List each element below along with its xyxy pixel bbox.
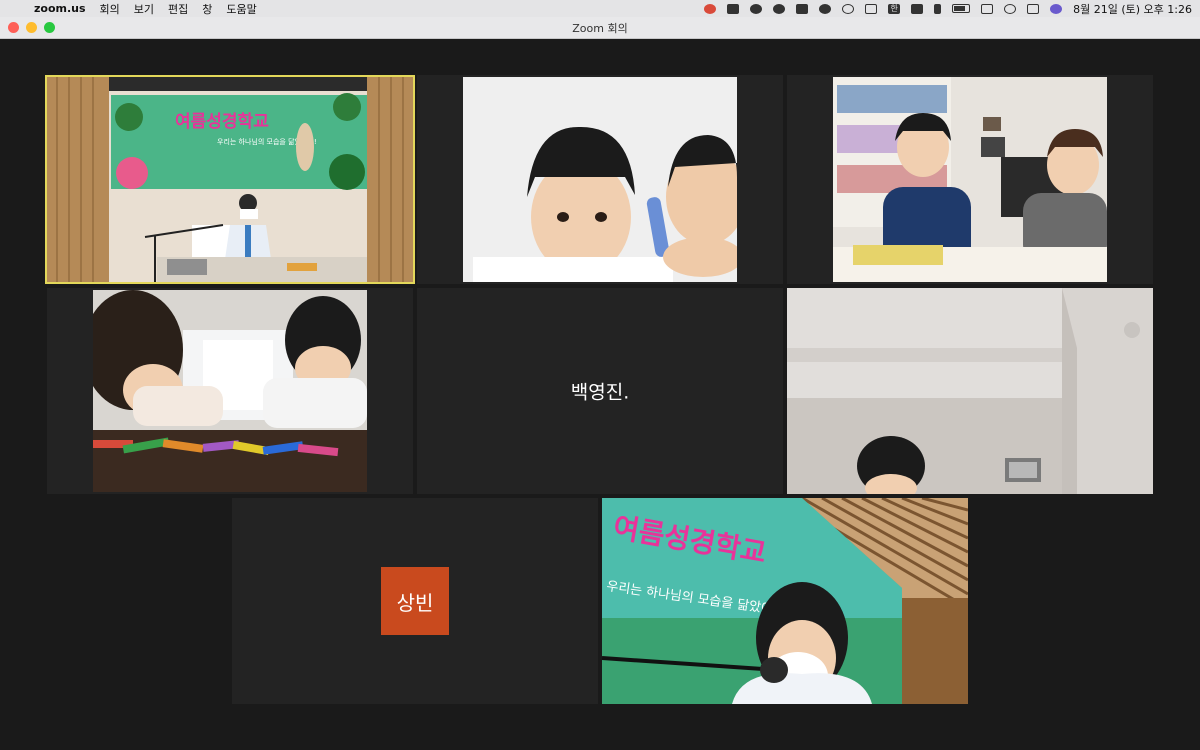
- close-button[interactable]: [8, 22, 19, 33]
- participant-avatar: 상빈: [381, 567, 449, 635]
- toggle-icon[interactable]: [1027, 3, 1040, 14]
- gallery-view: 여름성경학교 우리는 하나님의 모습을 닮았어요! 백영진. 상빈 여름성경학교…: [0, 39, 1200, 750]
- window-title: Zoom 회의: [572, 21, 628, 35]
- clock[interactable]: 8월 21일 (토) 오후 1:26: [1073, 1, 1192, 17]
- battery-icon[interactable]: [952, 4, 971, 13]
- menu-view[interactable]: 보기: [134, 1, 154, 17]
- participant-tile[interactable]: [787, 288, 1153, 494]
- cloud-icon[interactable]: [750, 3, 763, 14]
- participant-video: 여름성경학교 우리는 하나님의 모습을 닮았어요!: [602, 498, 968, 704]
- window-titlebar: Zoom 회의: [0, 17, 1200, 39]
- zoom-window: Zoom 회의 여름성경학교 우리는 하나님의 모습을 닮았어요! 백영진. 상…: [0, 17, 1200, 750]
- window-icon[interactable]: [865, 3, 878, 14]
- participant-tile-no-video[interactable]: 백영진.: [417, 288, 783, 494]
- menu-window[interactable]: 창: [202, 1, 212, 17]
- participant-tile-active-speaker[interactable]: 여름성경학교 우리는 하나님의 모습을 닮았어요!: [45, 75, 415, 284]
- participant-video: [93, 290, 367, 492]
- macos-menu-bar: zoom.us 회의 보기 편집 창 도움말 한 8월 21일 (토) 오후 1…: [0, 0, 1200, 17]
- traffic-lights: [8, 22, 55, 33]
- menu-meeting[interactable]: 회의: [100, 1, 120, 17]
- bluetooth-icon[interactable]: [934, 3, 942, 14]
- participant-name: 백영진.: [570, 381, 630, 404]
- participant-tile-no-video[interactable]: 상빈: [232, 498, 598, 704]
- status-area: 한 8월 21일 (토) 오후 1:26: [704, 1, 1192, 17]
- zoom-icon[interactable]: [727, 3, 740, 14]
- menu-app-name[interactable]: zoom.us: [34, 2, 86, 15]
- grid-icon[interactable]: [796, 3, 809, 14]
- control-center-icon[interactable]: [704, 3, 717, 14]
- participant-tile[interactable]: [787, 75, 1153, 284]
- participant-video: 여름성경학교 우리는 하나님의 모습을 닮았어요!: [47, 77, 413, 282]
- cloud-icon[interactable]: [773, 3, 786, 14]
- participant-tile[interactable]: 여름성경학교 우리는 하나님의 모습을 닮았어요!: [602, 498, 968, 704]
- korean-input-icon[interactable]: 한: [888, 3, 901, 14]
- airplay-icon[interactable]: [981, 3, 994, 14]
- menu-help[interactable]: 도움말: [226, 1, 256, 17]
- participant-tile[interactable]: [417, 75, 783, 284]
- maximize-button[interactable]: [44, 22, 55, 33]
- siri-icon[interactable]: [1050, 3, 1063, 14]
- minimize-button[interactable]: [26, 22, 37, 33]
- search-icon[interactable]: [1004, 3, 1017, 14]
- play-icon[interactable]: [842, 3, 855, 14]
- contrast-icon[interactable]: [819, 3, 832, 14]
- banner-title: 여름성경학교: [175, 112, 269, 132]
- participant-tile[interactable]: [47, 288, 413, 494]
- participant-video: [833, 77, 1107, 282]
- participant-video: [787, 288, 1153, 494]
- menu-edit[interactable]: 편집: [168, 1, 188, 17]
- volume-icon[interactable]: [911, 3, 924, 14]
- participant-video: [463, 77, 737, 282]
